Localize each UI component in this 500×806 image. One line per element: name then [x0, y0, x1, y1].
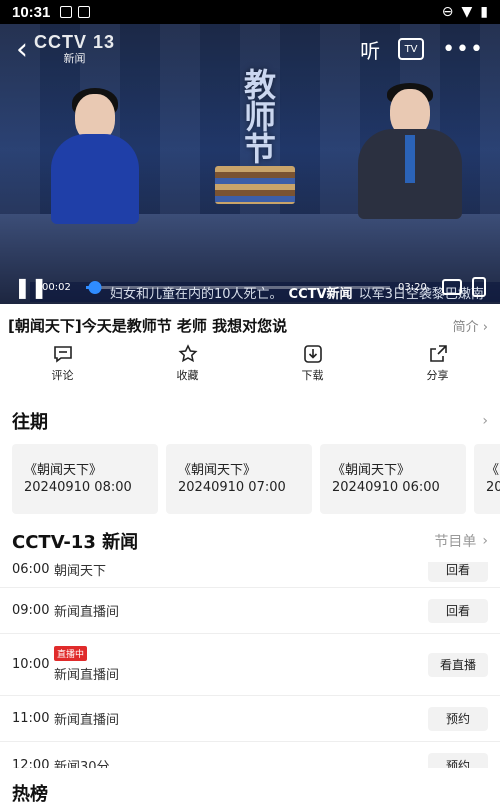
- video-player[interactable]: 教师节 ‹ CCTV 13 新闻 听 TV ••• 妇女和儿童在内的10人死亡。…: [0, 24, 500, 304]
- current-time: 00:02: [42, 281, 71, 293]
- star-icon: [177, 343, 199, 365]
- reserve-button[interactable]: 预约: [428, 753, 488, 768]
- reserve-button[interactable]: 预约: [428, 706, 488, 731]
- dnd-icon: ⊖: [441, 4, 454, 20]
- past-section-header: 往期 ›: [0, 406, 500, 436]
- schedule-row-live[interactable]: 10:00 直播中 新闻直播间 看直播: [0, 634, 500, 696]
- replay-button[interactable]: 回看: [428, 562, 488, 582]
- schedule-list: 06:00 朝闻天下 回看 09:00 新闻直播间 回看 10:00 直播中 新…: [0, 562, 500, 768]
- channel-heading: CCTV-13 新闻: [12, 532, 139, 553]
- comment-icon: [52, 343, 74, 365]
- app-notification-icon: [78, 6, 91, 18]
- listen-button[interactable]: 听: [360, 35, 380, 64]
- gallery-notification-icon: [60, 6, 73, 18]
- past-episode-card[interactable]: 《 20: [474, 444, 500, 514]
- channel-logo: CCTV 13 新闻: [34, 32, 116, 65]
- schedule-row[interactable]: 11:00 新闻直播间 预约: [0, 696, 500, 742]
- channel-section-header: CCTV-13 新闻 节目单 ›: [0, 526, 500, 556]
- action-bar: 评论 收藏 下载 分享: [0, 340, 500, 386]
- past-heading: 往期: [12, 412, 48, 433]
- replay-button[interactable]: 回看: [428, 598, 488, 623]
- battery-icon: ▮: [480, 4, 488, 20]
- share-button[interactable]: 分享: [375, 340, 500, 386]
- pause-button[interactable]: ❚❚: [14, 275, 48, 299]
- back-icon[interactable]: ‹: [16, 32, 28, 67]
- player-controls: ❚❚ 00:02 03:20: [0, 270, 500, 304]
- download-button[interactable]: 下载: [250, 340, 375, 386]
- pip-icon[interactable]: [442, 279, 462, 295]
- progress-knob[interactable]: [88, 280, 102, 294]
- status-bar: 10:31 ⊖ ▼ ▮: [0, 0, 500, 24]
- teachers-day-graphic: 教师节: [205, 68, 315, 218]
- schedule-row[interactable]: 09:00 新闻直播间 回看: [0, 588, 500, 634]
- male-anchor: [355, 83, 465, 224]
- past-episode-card[interactable]: 《朝闻天下》 20240910 07:00: [166, 444, 312, 514]
- player-top-bar: ‹ CCTV 13 新闻 听 TV •••: [0, 24, 500, 74]
- books-graphic: [215, 166, 295, 204]
- tv-cast-button[interactable]: TV: [398, 38, 425, 60]
- schedule-link[interactable]: 节目单 ›: [434, 531, 488, 551]
- rotate-screen-icon[interactable]: [472, 277, 486, 297]
- favorite-button[interactable]: 收藏: [125, 340, 250, 386]
- past-more-icon[interactable]: ›: [482, 413, 488, 429]
- schedule-row[interactable]: 06:00 朝闻天下 回看: [0, 562, 500, 588]
- live-badge: 直播中: [54, 646, 88, 661]
- schedule-row[interactable]: 12:00 新闻30分 预约: [0, 742, 500, 768]
- total-time: 03:20: [398, 281, 427, 293]
- share-icon: [427, 343, 449, 365]
- watch-live-button[interactable]: 看直播: [428, 652, 488, 677]
- more-icon[interactable]: •••: [442, 37, 484, 62]
- comment-button[interactable]: 评论: [0, 340, 125, 386]
- video-title: [朝闻天下]今天是教师节 老师 我想对您说: [8, 316, 288, 335]
- intro-link[interactable]: 简介 ›: [453, 316, 492, 335]
- progress-bar[interactable]: [86, 280, 390, 294]
- female-anchor: [50, 88, 140, 224]
- hot-list-heading: 热榜: [12, 784, 48, 805]
- past-episodes-list: 《朝闻天下》 20240910 08:00 《朝闻天下》 20240910 07…: [12, 444, 500, 514]
- video-title-row: [朝闻天下]今天是教师节 老师 我想对您说 简介 ›: [0, 310, 500, 340]
- status-time: 10:31: [12, 3, 51, 21]
- past-episode-card[interactable]: 《朝闻天下》 20240910 06:00: [320, 444, 466, 514]
- past-episode-card[interactable]: 《朝闻天下》 20240910 08:00: [12, 444, 158, 514]
- download-icon: [302, 343, 324, 365]
- wifi-icon: ▼: [461, 4, 473, 20]
